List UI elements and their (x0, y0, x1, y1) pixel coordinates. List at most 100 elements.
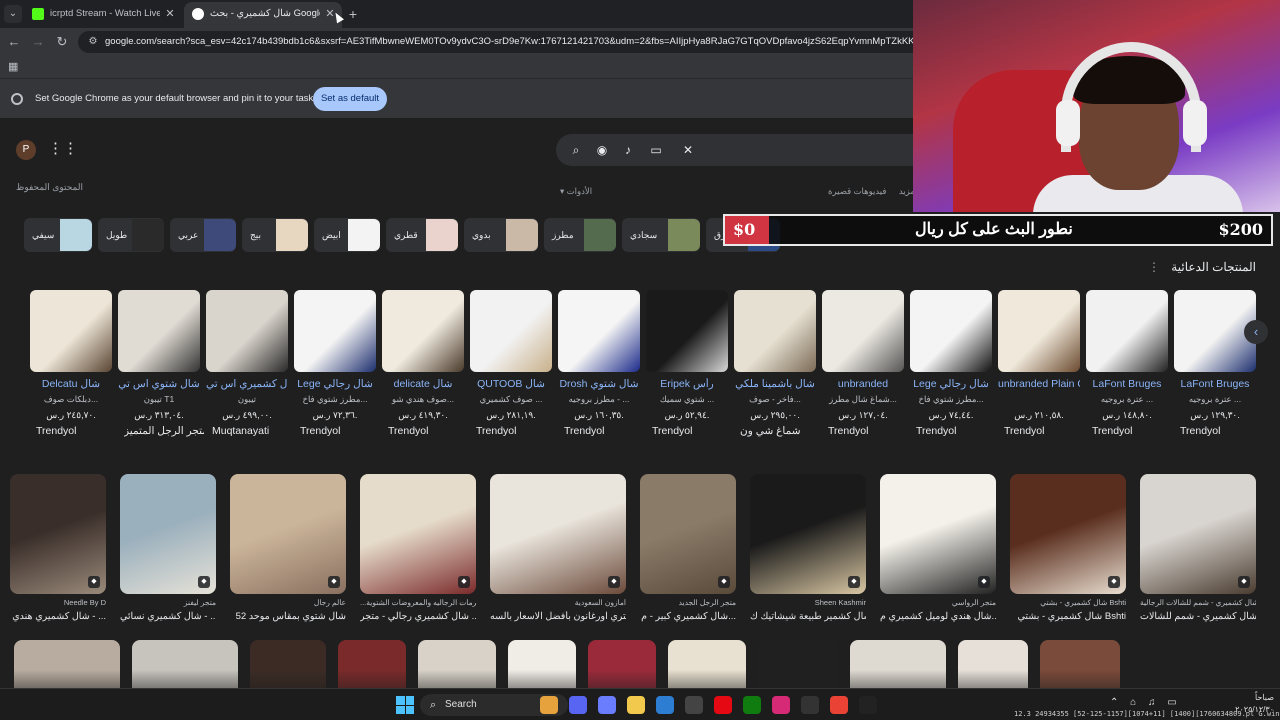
product-title[interactable]: شال شتوي اس تي (118, 378, 200, 390)
product-image[interactable] (382, 290, 464, 372)
product-title[interactable]: unbranded Plain Off-wh... (998, 378, 1080, 390)
product-title[interactable]: LaFont Bruges (1174, 378, 1256, 390)
filter-chip[interactable]: مطرز (544, 218, 616, 252)
product-image[interactable] (558, 290, 640, 372)
filter-chip[interactable]: عربي (170, 218, 236, 252)
volume-icon[interactable]: ♫ (1148, 697, 1156, 708)
product-image[interactable] (206, 290, 288, 372)
product-card[interactable]: LaFont Bruges عترة بروجيه ... ١٤٨,٨٠ ر.س. T… (1086, 290, 1168, 446)
store-icon[interactable] (656, 696, 674, 714)
new-tab-button[interactable]: + (345, 5, 361, 23)
product-card[interactable]: شال كشميري اس تي تيبون ٤٩٩,٠٠ ر.س. Muqtanay… (206, 290, 288, 446)
product-card[interactable]: QUTOOB شال صوف كشميري ... ٢٨١,١٩ ر.س. Trend… (470, 290, 552, 446)
product-title[interactable]: unbranded (822, 378, 904, 390)
search-icon[interactable]: ⌕ (568, 142, 584, 158)
product-card[interactable]: Delcatu شال دبلكات صوف... ٢٤٥,٧٠ ر.س. Trend… (30, 290, 112, 446)
product-card[interactable]: شال شتوي اس تي تيبون T1 ٣١٣,٠٤ ر.س. متجر ال… (118, 290, 204, 446)
filter-chip[interactable]: ابيض (314, 218, 380, 252)
copilot-icon[interactable] (598, 696, 616, 714)
lens-icon[interactable]: ◉ (594, 142, 610, 158)
result-source[interactable]: متجر الرواسي (880, 598, 996, 607)
site-info-icon[interactable]: ⚙ (86, 35, 100, 49)
image-result[interactable] (338, 640, 406, 688)
image-result[interactable]: ◆ Sheen Kashmir شال كشمير طبيعة شيشاتيك ك.… (750, 474, 866, 634)
image-result[interactable] (850, 640, 946, 688)
image-result[interactable] (250, 640, 326, 688)
back-icon[interactable]: ← (6, 34, 22, 50)
image-result[interactable]: ◆ متجر الرجل الجديد شال كشميري كبير - م... (640, 474, 736, 634)
product-title[interactable]: Delcatu شال (30, 378, 112, 390)
apps-grid-icon[interactable]: ▦ (8, 61, 20, 73)
tray-overflow-icon[interactable]: ⌃ (1110, 697, 1118, 708)
instagram-icon[interactable] (772, 696, 790, 714)
battery-icon[interactable]: ▭ (1167, 697, 1176, 708)
widgets-icon[interactable] (540, 696, 558, 714)
product-image[interactable] (734, 290, 816, 372)
product-card[interactable]: unbranded شماغ شال مطرز... ١٢٧,٠٤ ر.س. Tren… (822, 290, 904, 446)
product-title[interactable]: Drosh شال شتوي (558, 378, 640, 390)
image-result[interactable] (958, 640, 1028, 688)
mic-icon[interactable]: ♪ (620, 142, 636, 158)
result-title[interactable]: شال كشميري رجالي - متجر ... (360, 611, 476, 622)
product-title[interactable]: Lege شال رجالي (294, 378, 376, 390)
result-title[interactable]: شال كشميري - شمم للشالات (1140, 611, 1256, 622)
image-result[interactable] (758, 640, 838, 688)
tools-button[interactable]: ▾ الأدوات (560, 186, 592, 197)
image-result[interactable]: ◆ ...فرمات الرجاليه والمعروضات الشتوية شال… (360, 474, 476, 634)
result-source[interactable]: امازون السعودية (490, 598, 626, 607)
tab-search-icon[interactable]: ⌄ (4, 5, 22, 23)
result-source[interactable]: ...فرمات الرجاليه والمعروضات الشتوية (360, 598, 476, 607)
product-card[interactable]: unbranded Plain Off-wh... ٢١٠,٥٨ ر.س. Tren… (998, 290, 1080, 446)
chrome-icon[interactable] (830, 696, 848, 714)
product-card[interactable]: Drosh شال شتوي مطرز بروجيه - ... ١٦٠,٣٥ ر.… (558, 290, 640, 446)
product-title[interactable]: Eripek رأس (646, 378, 728, 390)
image-result[interactable]: ◆ Needle By D شال كشميري هندي - ... (10, 474, 106, 634)
netflix-icon[interactable] (714, 696, 732, 714)
clear-search-icon[interactable]: ✕ (680, 142, 696, 158)
result-title[interactable]: شال كشميري كبير - م... (640, 611, 736, 622)
product-title[interactable]: LaFont Bruges (1086, 378, 1168, 390)
product-image[interactable] (1086, 290, 1168, 372)
image-result[interactable] (418, 640, 496, 688)
image-result[interactable] (588, 640, 656, 688)
product-image[interactable] (118, 290, 200, 372)
result-source[interactable]: عالم رجال (230, 598, 346, 607)
more-options-icon[interactable]: ⋮ (1148, 260, 1160, 274)
result-source[interactable]: Sheen Kashmir (750, 598, 866, 607)
result-source[interactable]: شال كشميري - بشتي Bshti (1010, 598, 1126, 607)
image-result[interactable] (14, 640, 120, 688)
result-image[interactable] (490, 474, 626, 594)
result-title[interactable]: شال كشمير طبيعة شيشاتيك ك... (750, 611, 866, 622)
product-image[interactable] (646, 290, 728, 372)
filter-chip[interactable]: سجادي (622, 218, 700, 252)
reload-icon[interactable]: ↻ (54, 34, 70, 50)
product-image[interactable] (30, 290, 112, 372)
product-image[interactable] (910, 290, 992, 372)
saved-content-link[interactable]: المحتوى المحفوظ (16, 182, 83, 193)
result-source[interactable]: Needle By D (10, 598, 106, 607)
apps-icon[interactable] (685, 696, 703, 714)
product-title[interactable]: شال كشميري اس تي (206, 378, 288, 390)
product-card[interactable]: LaFont Bruges عترة بروجيه ... ١٢٩,٣٠ ر.س. T… (1174, 290, 1256, 446)
set-as-default-button[interactable]: Set as default (313, 87, 387, 111)
filter-chip[interactable]: طويل (98, 218, 164, 252)
tab-kick-stream[interactable]: icrptd Stream - Watch Live on K ✕ (24, 2, 182, 28)
result-title[interactable]: اشتري اورغانون بأفضل الاسعار بالسه... (490, 611, 626, 622)
obs-icon[interactable] (801, 696, 819, 714)
image-result[interactable]: ◆ شال كشميري - شمم للشالات الرجالية شال كش… (1140, 474, 1256, 634)
product-image[interactable] (470, 290, 552, 372)
cod-icon[interactable] (859, 696, 877, 714)
product-image[interactable] (822, 290, 904, 372)
result-source[interactable]: شال كشميري - شمم للشالات الرجالية (1140, 598, 1256, 607)
network-icon[interactable]: ⌂ (1130, 697, 1136, 708)
carousel-prev-icon[interactable]: ‹ (1244, 320, 1268, 344)
filter-chip[interactable]: قطري (386, 218, 458, 252)
result-title[interactable]: شال كشميري - بشتي Bshti (1010, 611, 1126, 622)
image-result[interactable]: ◆ عالم رجال شال شتوي بمقاس موحد 52 (230, 474, 346, 634)
account-avatar[interactable]: P (16, 140, 36, 160)
image-result[interactable] (132, 640, 238, 688)
product-card[interactable]: delicate شال صوف هندي شو... ٤١٩,٣٠ ر.س. Tre… (382, 290, 464, 446)
product-card[interactable]: Lege شال رجالي مطرز شتوي فاخ... ٧٢,٣٦ ر.س.… (294, 290, 376, 446)
search-box[interactable]: ⌕ ◉ ♪ ▭ ✕ (556, 134, 956, 166)
product-title[interactable]: delicate شال (382, 378, 464, 390)
